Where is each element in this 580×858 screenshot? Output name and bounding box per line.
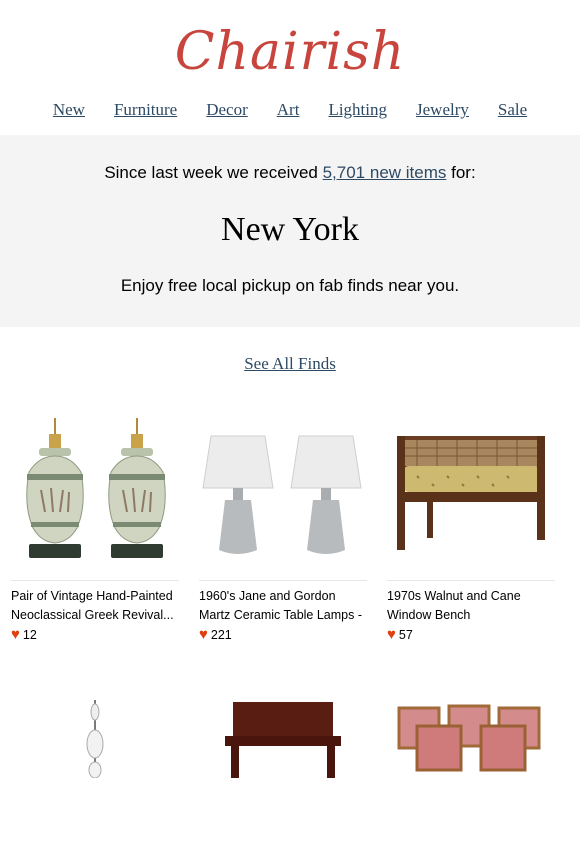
category-nav: New Furniture Decor Art Lighting Jewelry…: [0, 100, 580, 120]
chairish-logo[interactable]: Chairish: [0, 22, 580, 82]
product-card[interactable]: [387, 698, 555, 858]
product-title[interactable]: Pair of Vintage Hand-Painted Neoclassica…: [11, 587, 179, 625]
likes-count: 57: [398, 627, 413, 642]
ginger-jar-lamps-image[interactable]: [11, 410, 179, 570]
likes-count: 221: [210, 627, 232, 642]
product-card[interactable]: 1970s Walnut and Cane Window Bench ♥ 57: [387, 410, 555, 642]
product-likes: ♥ 12: [11, 627, 179, 642]
promo-banner: Since last week we received 5,701 new it…: [0, 135, 580, 327]
product-card[interactable]: [11, 698, 179, 858]
new-items-suffix: for:: [446, 163, 476, 182]
product-title[interactable]: 1960's Jane and Gordon Martz Ceramic Tab…: [199, 587, 367, 625]
nav-link-new[interactable]: New: [53, 100, 85, 120]
promo-subtitle: Enjoy free local pickup on fab finds nea…: [120, 276, 460, 295]
nav-link-decor[interactable]: Decor: [206, 100, 248, 120]
city-heading: New York: [221, 211, 359, 248]
card-divider: [11, 580, 179, 581]
nav-link-lighting[interactable]: Lighting: [328, 100, 387, 120]
email-header: Chairish New Furniture Decor Art Lightin…: [0, 0, 580, 135]
nav-link-art[interactable]: Art: [277, 100, 300, 120]
product-likes: ♥ 57: [387, 627, 555, 642]
product-card[interactable]: [199, 698, 367, 858]
new-items-line: Since last week we received 5,701 new it…: [0, 163, 580, 183]
heart-icon[interactable]: ♥: [11, 627, 20, 642]
card-divider: [199, 580, 367, 581]
new-items-prefix: Since last week we received: [104, 163, 323, 182]
floor-lamp-image[interactable]: [11, 698, 179, 858]
nav-link-jewelry[interactable]: Jewelry: [416, 100, 469, 120]
heart-icon[interactable]: ♥: [387, 627, 396, 642]
product-card[interactable]: Pair of Vintage Hand-Painted Neoclassica…: [11, 410, 179, 642]
new-items-link[interactable]: 5,701 new items: [323, 163, 447, 182]
product-title[interactable]: 1970s Walnut and Cane Window Bench: [387, 587, 555, 625]
product-likes: ♥ 221: [199, 627, 367, 642]
nav-link-furniture[interactable]: Furniture: [114, 100, 177, 120]
product-card[interactable]: 1960's Jane and Gordon Martz Ceramic Tab…: [199, 410, 367, 642]
nav-link-sale[interactable]: Sale: [498, 100, 527, 120]
dining-chairs-image[interactable]: [387, 698, 555, 858]
likes-count: 12: [22, 627, 37, 642]
cane-bench-image[interactable]: [387, 410, 555, 570]
ceramic-lamps-image[interactable]: [199, 410, 367, 570]
card-divider: [387, 580, 555, 581]
side-table-image[interactable]: [199, 698, 367, 858]
heart-icon[interactable]: ♥: [199, 627, 208, 642]
see-all-finds-link[interactable]: See All Finds: [0, 354, 580, 374]
